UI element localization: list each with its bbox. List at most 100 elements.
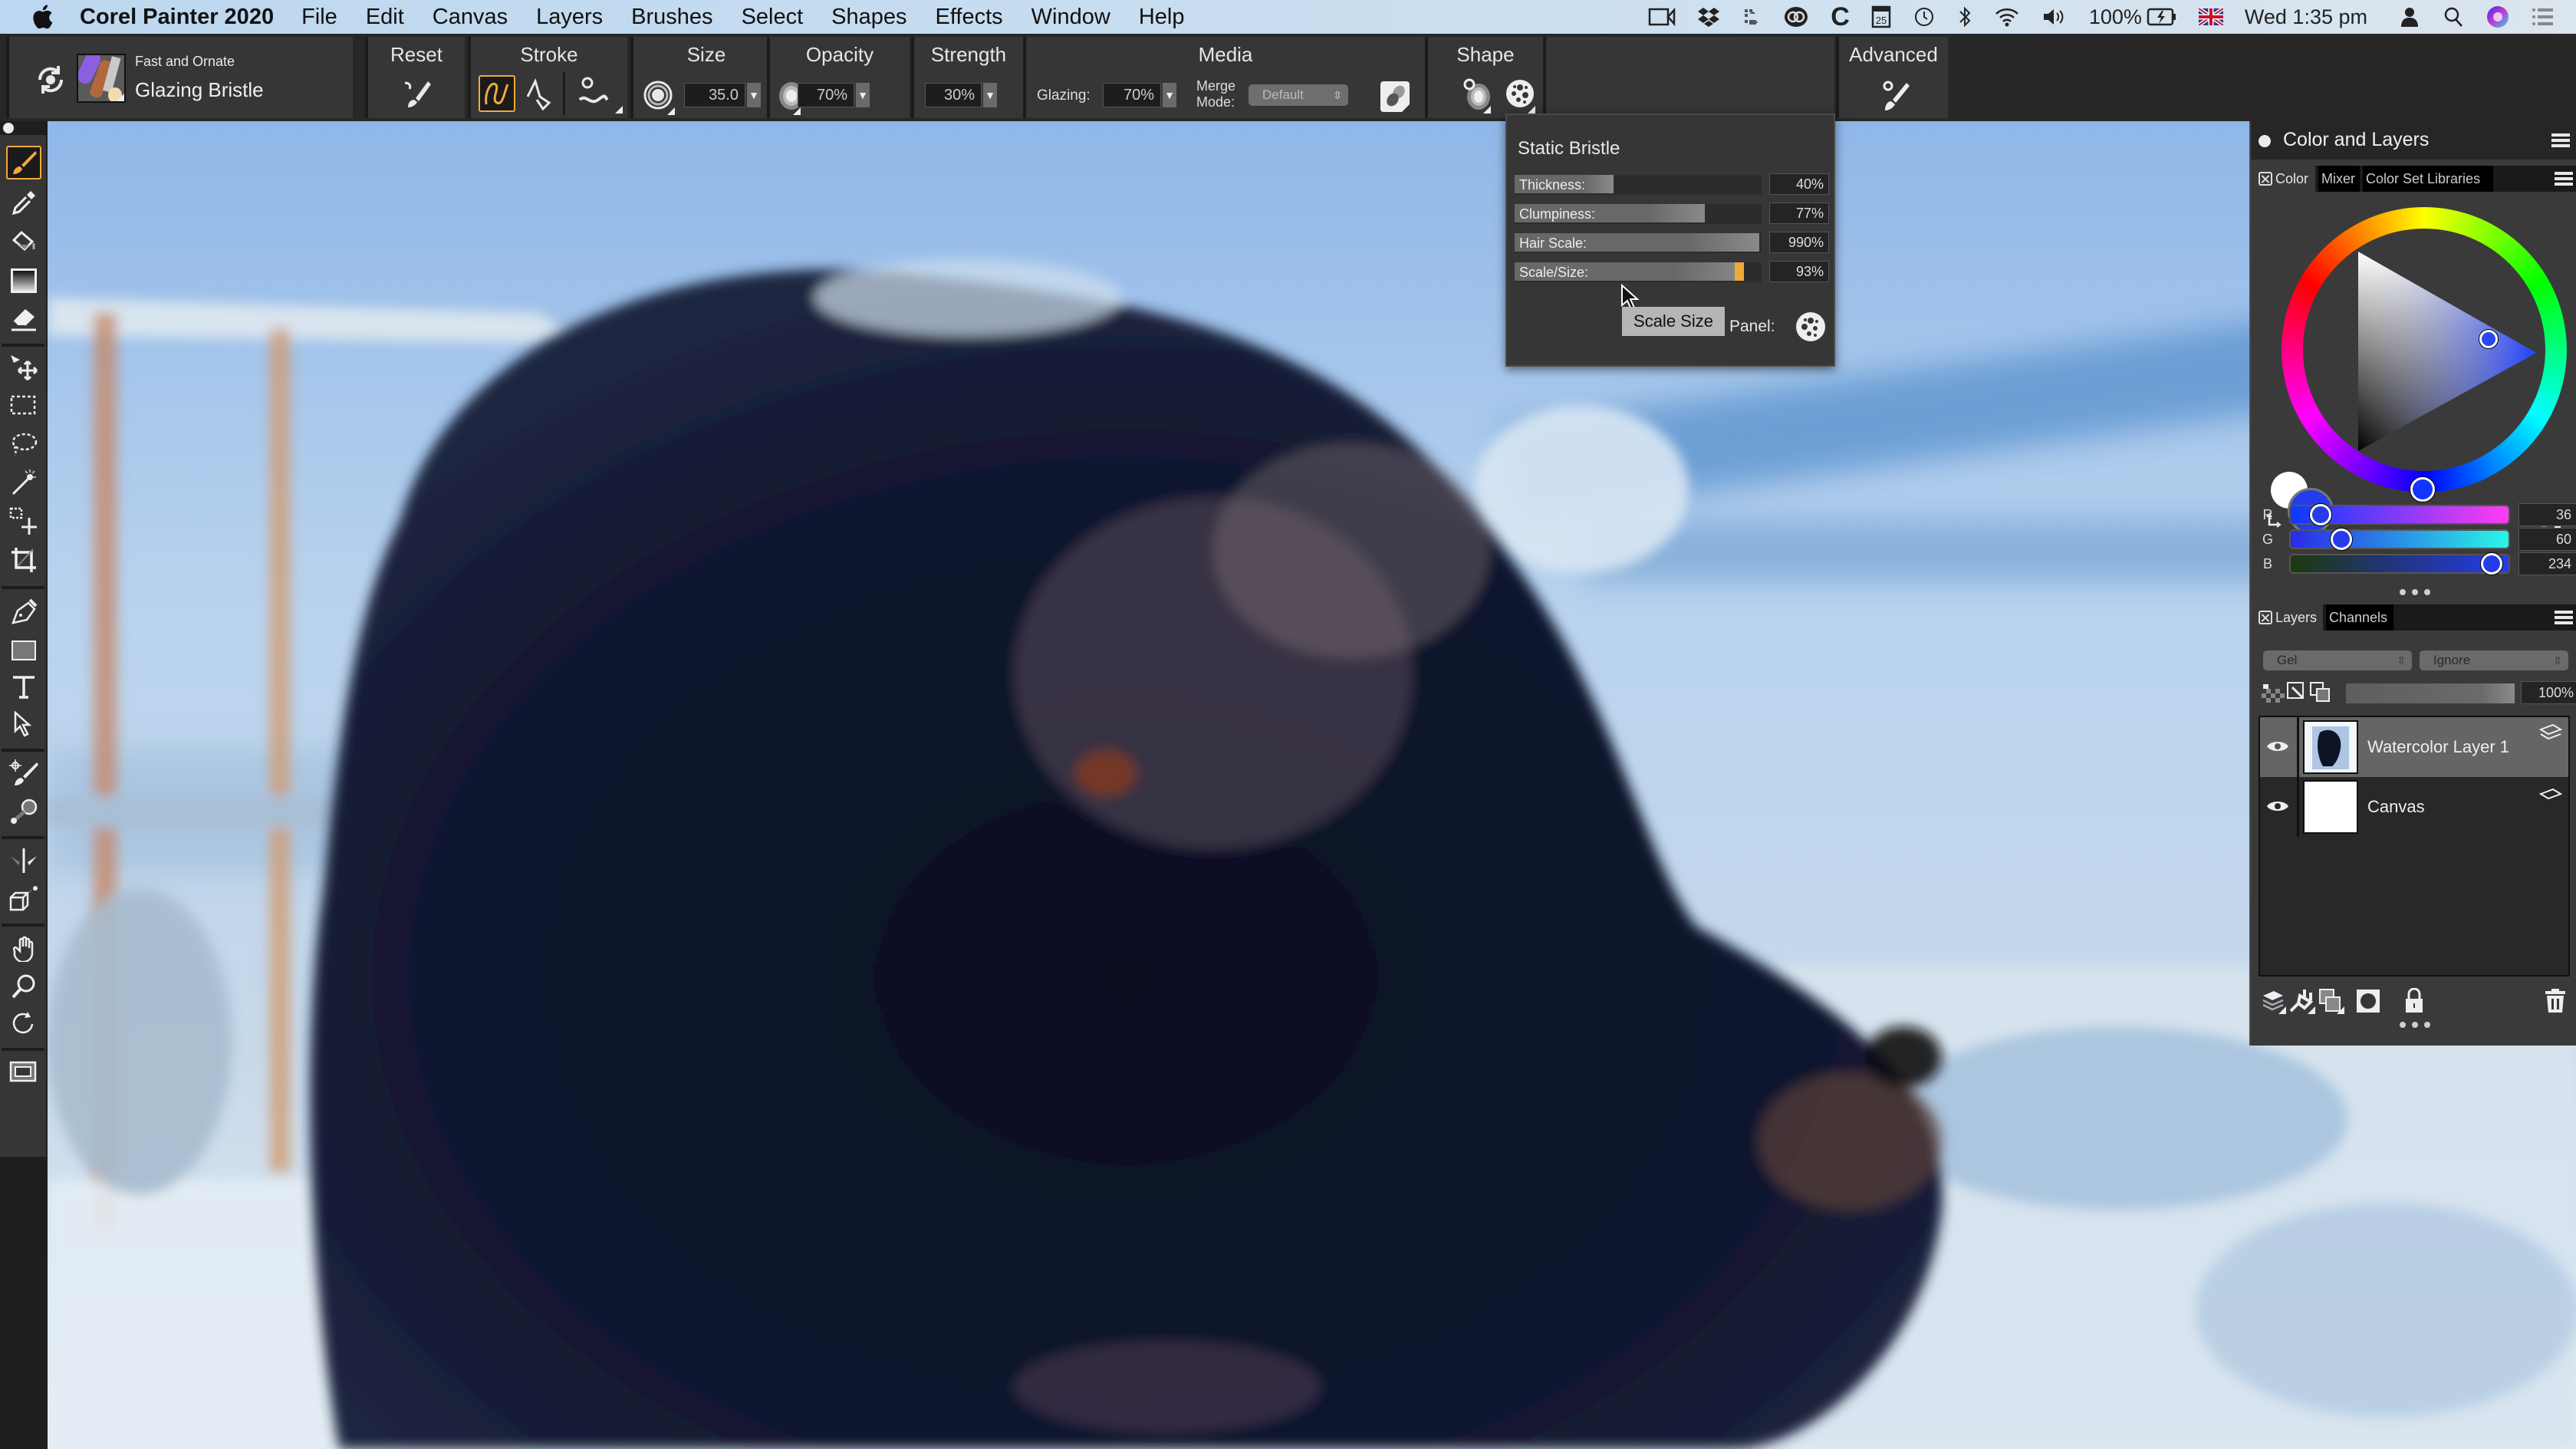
dropbox-icon[interactable] (1697, 0, 1720, 34)
color-tabs-menu-icon[interactable] (2555, 172, 2573, 186)
red-slider-knob[interactable] (2310, 504, 2331, 525)
hair-scale-value[interactable]: 990% (1769, 232, 1829, 253)
notification-center-icon[interactable] (2532, 0, 2555, 34)
battery-icon[interactable] (2147, 0, 2177, 34)
tool-lasso[interactable] (6, 428, 41, 462)
user-icon[interactable] (2398, 0, 2421, 34)
volume-icon[interactable] (2041, 0, 2068, 34)
composite-depth-select[interactable]: Ignore ⇳ (2420, 650, 2568, 670)
brush-library-thumbnail[interactable] (77, 54, 126, 103)
toolbox-grip[interactable] (0, 121, 48, 135)
glazing-dropdown[interactable]: ▼ (1163, 83, 1176, 107)
create-layer-mask-icon[interactable] (2355, 988, 2381, 1014)
opacity-input[interactable]: 70% (798, 83, 854, 107)
tab-color[interactable]: Color (2255, 166, 2315, 192)
tool-paint-bucket[interactable] (6, 224, 41, 258)
tool-crop[interactable] (6, 543, 41, 577)
menu-edit[interactable]: Edit (366, 5, 404, 30)
spotlight-search-icon[interactable] (2443, 0, 2464, 34)
strength-dropdown[interactable]: ▼ (983, 83, 997, 107)
thickness-value[interactable]: 40% (1769, 173, 1829, 195)
menu-file[interactable]: File (301, 5, 337, 30)
media-options-button[interactable] (1380, 81, 1410, 112)
green-value[interactable]: 60 (2518, 528, 2576, 551)
reset-tool-icon[interactable] (402, 78, 433, 109)
drawing-mode-icon[interactable] (2309, 681, 2332, 704)
siri-icon[interactable] (2486, 0, 2510, 34)
clumpiness-slider[interactable]: Clumpiness: (1515, 204, 1762, 224)
layer-opacity-value[interactable]: 100% (2521, 681, 2576, 704)
blue-value[interactable]: 234 (2518, 552, 2576, 575)
bluetooth-icon[interactable] (1957, 0, 1972, 34)
panel-close-dot[interactable] (2259, 135, 2271, 147)
bristle-panel-dab-icon[interactable] (1795, 311, 1826, 342)
scale-size-slider[interactable]: Scale/Size: (1515, 262, 1762, 282)
pick-up-underlying-color-icon[interactable] (2286, 681, 2308, 703)
composite-method-select[interactable]: Gel ⇳ (2263, 650, 2412, 670)
wifi-icon[interactable] (1994, 0, 2020, 34)
apple-icon[interactable] (31, 4, 54, 30)
tool-grabber[interactable] (6, 931, 41, 965)
merge-mode-select[interactable]: Default ⇳ (1249, 84, 1348, 106)
uk-flag-icon[interactable] (2198, 0, 2223, 34)
triangle-color-knob[interactable] (2479, 330, 2498, 348)
layer-row-watercolor-layer-1[interactable]: Watercolor Layer 1 (2260, 717, 2568, 777)
reset-brush-icon[interactable] (34, 63, 67, 97)
tool-gradient[interactable] (6, 264, 41, 298)
blue-slider[interactable] (2289, 554, 2510, 574)
menu-select[interactable]: Select (742, 5, 804, 30)
freehand-stroke-button[interactable] (479, 75, 515, 112)
layers-more-options[interactable] (2400, 1022, 2430, 1028)
green-slider[interactable] (2289, 529, 2510, 549)
transfer-icon[interactable] (1742, 0, 1762, 34)
tool-dropper[interactable] (6, 186, 41, 219)
menu-help[interactable]: Help (1139, 5, 1185, 30)
panel-header[interactable]: Color and Layers (2251, 121, 2576, 160)
c-app-icon[interactable]: C (1831, 0, 1850, 34)
visibility-eye-icon[interactable] (2266, 799, 2289, 814)
dynamic-plugins-icon[interactable] (2289, 988, 2315, 1014)
close-tab-icon[interactable] (2259, 172, 2272, 186)
tool-layer-adjuster[interactable] (6, 351, 41, 385)
tool-perspective-guides[interactable] (6, 882, 41, 916)
layer-row-canvas[interactable]: Canvas (2260, 777, 2568, 837)
menu-brushes[interactable]: Brushes (631, 5, 712, 30)
lock-layer-icon[interactable] (2401, 988, 2427, 1014)
close-tab-icon[interactable] (2259, 611, 2272, 624)
tab-color-set-libraries[interactable]: Color Set Libraries (2363, 166, 2493, 192)
menu-canvas[interactable]: Canvas (433, 5, 508, 30)
tool-text[interactable] (6, 670, 41, 704)
saturation-value-triangle[interactable] (2282, 207, 2567, 492)
straight-line-stroke-icon[interactable] (521, 77, 555, 110)
tool-magic-wand[interactable] (6, 466, 41, 500)
tool-pen[interactable] (6, 595, 41, 629)
size-dab-icon[interactable] (643, 80, 673, 110)
preserve-transparency-icon[interactable] (2262, 681, 2285, 704)
tool-rectangle-shape[interactable] (6, 634, 41, 667)
tab-mixer[interactable]: Mixer (2318, 166, 2360, 192)
tool-shape-selection[interactable] (6, 707, 41, 741)
red-value[interactable]: 36 (2518, 503, 2576, 526)
tool-brush[interactable] (6, 146, 41, 179)
layers-menu-icon[interactable] (2555, 611, 2573, 624)
tool-cloner[interactable] (6, 756, 41, 790)
tab-layers[interactable]: Layers (2255, 604, 2323, 631)
color-wheel[interactable] (2282, 207, 2567, 502)
app-name-menu[interactable]: Corel Painter 2020 (80, 5, 274, 30)
hair-scale-slider[interactable]: Hair Scale: (1515, 233, 1762, 253)
tool-rectangular-selection[interactable] (6, 390, 41, 423)
strength-input[interactable]: 30% (925, 83, 982, 107)
tool-rotate-page[interactable] (6, 1006, 41, 1040)
glazing-input[interactable]: 70% (1103, 83, 1161, 107)
menu-effects[interactable]: Effects (936, 5, 1003, 30)
size-dropdown[interactable]: ▼ (747, 83, 761, 107)
thickness-slider[interactable]: Thickness: (1515, 175, 1762, 195)
blue-slider-knob[interactable] (2481, 553, 2502, 575)
tool-eraser[interactable] (6, 302, 41, 336)
clumpiness-value[interactable]: 77% (1769, 203, 1829, 224)
tool-mirror-painting[interactable] (6, 844, 41, 878)
tool-blender[interactable] (6, 795, 41, 828)
brush-variant[interactable]: Glazing Bristle (135, 78, 264, 102)
layer-name[interactable]: Watercolor Layer 1 (2367, 717, 2509, 777)
hue-ring-knob[interactable] (2410, 477, 2435, 502)
